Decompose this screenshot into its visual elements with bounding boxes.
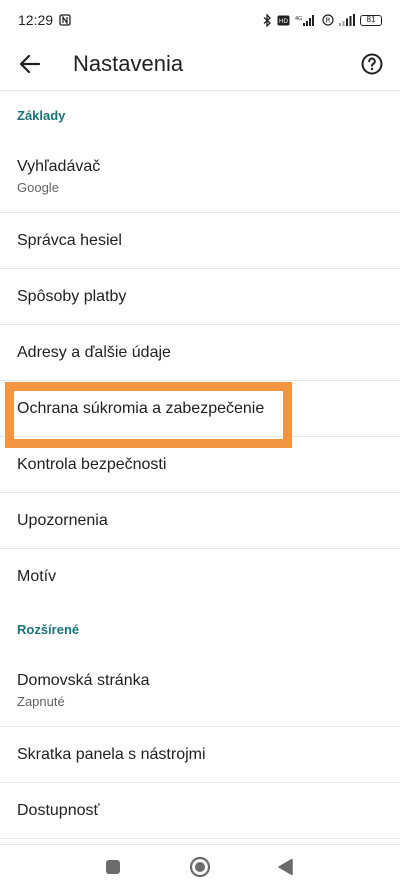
section-header-advanced: Rozšírené — [17, 622, 80, 637]
item-title: Vyhľadávač — [17, 157, 101, 175]
settings-list: Základy Vyhľadávač Google Správca hesiel… — [0, 91, 400, 839]
signal-icon — [339, 14, 355, 26]
svg-text:HD: HD — [279, 18, 289, 25]
page-title: Nastavenia — [73, 51, 184, 76]
item-title: Správca hesiel — [17, 231, 122, 249]
status-right: HD 4G R 81 — [263, 13, 382, 27]
section-header-basics: Základy — [17, 108, 66, 123]
item-title: Skratka panela s nástrojmi — [17, 745, 206, 763]
signal-4g-icon: 4G — [295, 14, 317, 26]
home-button[interactable] — [188, 855, 212, 879]
item-subtitle: Google — [17, 179, 59, 195]
help-icon — [361, 53, 383, 75]
arrow-back-icon — [20, 55, 40, 73]
nfc-icon — [59, 14, 71, 26]
settings-item-safety-check[interactable]: Kontrola bezpečnosti — [0, 437, 400, 493]
settings-item-theme[interactable]: Motív — [0, 549, 400, 605]
circle-icon — [189, 856, 211, 878]
back-nav-button[interactable] — [273, 855, 297, 879]
volte-icon: HD — [277, 15, 290, 26]
status-left: 12:29 — [18, 12, 71, 28]
help-button[interactable] — [356, 48, 388, 80]
system-nav-bar — [0, 844, 400, 889]
recents-button[interactable] — [101, 855, 125, 879]
settings-item-toolbar-shortcut[interactable]: Skratka panela s nástrojmi — [0, 727, 400, 783]
settings-item-notifications[interactable]: Upozornenia — [0, 493, 400, 549]
item-title: Kontrola bezpečnosti — [17, 455, 167, 473]
item-title: Upozornenia — [17, 511, 108, 529]
item-subtitle: Zapnuté — [17, 693, 65, 709]
status-time: 12:29 — [18, 12, 54, 28]
settings-item-search-engine[interactable]: Vyhľadávač Google — [0, 140, 400, 213]
back-button[interactable] — [14, 48, 46, 80]
app-bar: Nastavenia — [0, 40, 400, 88]
item-title: Ochrana súkromia a zabezpečenie — [17, 399, 265, 417]
status-bar: 12:29 HD 4G R 81 — [0, 0, 400, 40]
item-title: Motív — [17, 568, 57, 585]
settings-item-homepage[interactable]: Domovská stránka Zapnuté — [0, 654, 400, 727]
svg-text:4G: 4G — [295, 16, 302, 22]
item-title: Adresy a ďalšie údaje — [17, 343, 171, 361]
settings-item-addresses[interactable]: Adresy a ďalšie údaje — [0, 325, 400, 381]
item-title: Spôsoby platby — [17, 287, 127, 305]
registered-icon: R — [322, 14, 334, 26]
battery-indicator: 81 — [360, 14, 382, 26]
settings-item-payment-methods[interactable]: Spôsoby platby — [0, 269, 400, 325]
settings-item-accessibility[interactable]: Dostupnosť — [0, 783, 400, 839]
triangle-back-icon — [278, 858, 293, 876]
settings-item-password-manager[interactable]: Správca hesiel — [0, 213, 400, 269]
square-icon — [106, 860, 120, 874]
bluetooth-icon — [263, 13, 272, 27]
item-title: Dostupnosť — [17, 801, 100, 819]
settings-item-privacy-security[interactable]: Ochrana súkromia a zabezpečenie — [0, 381, 400, 437]
svg-text:R: R — [326, 17, 331, 25]
item-title: Domovská stránka — [17, 671, 150, 689]
